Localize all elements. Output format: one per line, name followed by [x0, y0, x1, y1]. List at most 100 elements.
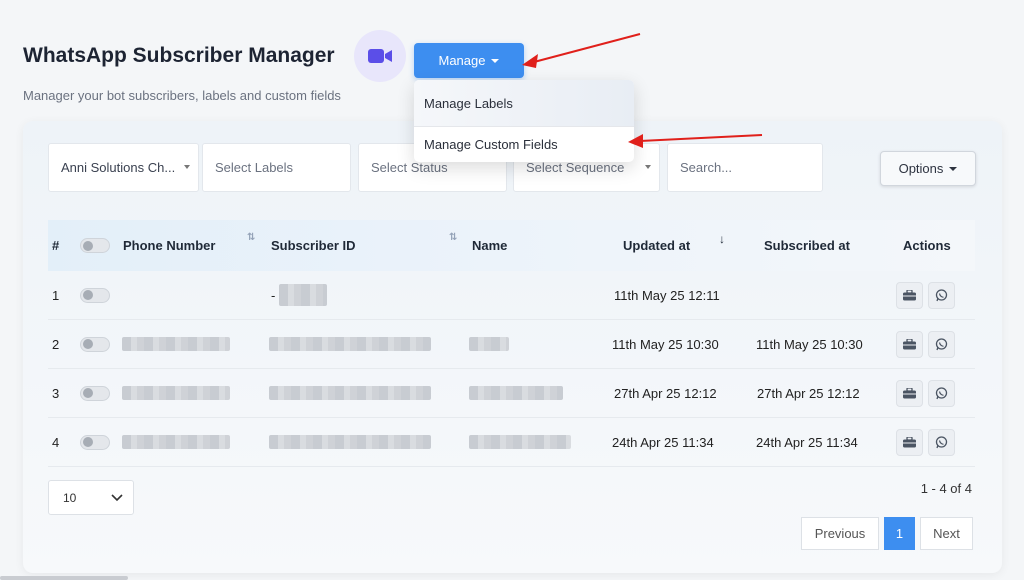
table-row: 3 27th Apr 25 12:12 27th Apr 25 12:12 [48, 369, 975, 418]
row-name [469, 320, 509, 368]
manage-dropdown-button[interactable]: Manage [414, 43, 524, 78]
briefcase-icon [903, 387, 916, 398]
chevron-down-icon [111, 494, 123, 502]
whatsapp-action-button[interactable] [928, 281, 955, 309]
row-subscriber-id [269, 369, 431, 417]
search-placeholder: Search... [680, 160, 733, 175]
previous-page-button[interactable]: Previous [801, 517, 879, 550]
whatsapp-icon [935, 386, 948, 399]
labels-select[interactable]: Select Labels [202, 143, 351, 192]
horizontal-scrollbar[interactable] [0, 576, 128, 580]
briefcase-action-button[interactable] [896, 330, 923, 358]
sort-icon[interactable]: ⇅ [449, 232, 457, 243]
sort-desc-icon[interactable]: ↓ [719, 232, 725, 246]
header-subscribed[interactable]: Subscribed at [764, 220, 850, 271]
header-select-all[interactable] [80, 220, 110, 271]
subscriber-card: Anni Solutions Ch... Select Labels Selec… [23, 121, 1002, 573]
row-select[interactable] [80, 271, 110, 319]
video-camera-icon [368, 49, 392, 63]
whatsapp-action-button[interactable] [928, 428, 955, 456]
header-actions: Actions [903, 238, 951, 253]
table-row: 4 24th Apr 25 11:34 24th Apr 25 11:34 [48, 418, 975, 467]
table-row: 2 11th May 25 10:30 11th May 25 10:30 [48, 320, 975, 369]
whatsapp-action-button[interactable] [928, 330, 955, 358]
search-input[interactable]: Search... [667, 143, 823, 192]
labels-placeholder: Select Labels [215, 160, 294, 175]
row-toggle[interactable] [80, 287, 110, 303]
sequence-placeholder: Select Sequence [526, 160, 625, 175]
row-actions [896, 271, 955, 319]
row-updated: 11th May 25 10:30 [612, 336, 719, 352]
redacted-text [122, 435, 230, 449]
whatsapp-action-button[interactable] [928, 379, 955, 407]
redacted-text [469, 386, 563, 400]
header-updated[interactable]: Updated at [623, 220, 690, 271]
options-button[interactable]: Options [880, 151, 976, 186]
page-title: WhatsApp Subscriber Manager [23, 44, 335, 67]
row-subscriber-id [269, 418, 431, 466]
redacted-text [122, 386, 230, 400]
bot-select[interactable]: Anni Solutions Ch... [48, 143, 199, 192]
briefcase-icon [903, 289, 916, 300]
per-page-value: 10 [63, 490, 77, 505]
menu-item-manage-custom-fields[interactable]: Manage Custom Fields [414, 126, 634, 162]
menu-item-manage-labels[interactable]: Manage Labels [414, 80, 634, 126]
row-toggle[interactable] [80, 434, 110, 450]
row-updated: 11th May 25 12:11 [614, 287, 720, 303]
redacted-text [269, 337, 431, 351]
row-updated: 27th Apr 25 12:12 [614, 385, 717, 401]
row-select[interactable] [80, 369, 110, 417]
redacted-text [122, 337, 230, 351]
redacted-text [469, 435, 571, 449]
subscriber-id-prefix: - [271, 287, 276, 303]
next-page-button[interactable]: Next [920, 517, 973, 550]
header-subscriber-id[interactable]: Subscriber ID [271, 220, 356, 271]
redacted-text [269, 386, 431, 400]
row-phone [122, 320, 230, 368]
redacted-text [269, 435, 431, 449]
manage-button-label: Manage [438, 53, 486, 68]
row-name [469, 369, 563, 417]
briefcase-action-button[interactable] [896, 281, 923, 309]
caret-down-icon [184, 165, 190, 169]
redacted-text [469, 337, 509, 351]
briefcase-action-button[interactable] [896, 428, 923, 456]
row-toggle[interactable] [80, 336, 110, 352]
row-actions [896, 418, 955, 466]
row-select[interactable] [80, 418, 110, 466]
row-number: 4 [52, 434, 60, 450]
row-name [469, 418, 571, 466]
row-number: 2 [52, 336, 60, 352]
select-all-toggle[interactable] [80, 238, 110, 253]
sort-icon[interactable]: ⇅ [247, 232, 255, 243]
row-subscriber-id: - [271, 271, 328, 319]
header-phone[interactable]: Phone Number [123, 220, 215, 271]
manage-dropdown-menu: Manage Labels Manage Custom Fields [414, 80, 634, 162]
options-label: Options [898, 161, 944, 176]
row-toggle[interactable] [80, 385, 110, 401]
whatsapp-icon [935, 435, 948, 448]
status-placeholder: Select Status [371, 160, 448, 175]
pagination-range: 1 - 4 of 4 [920, 481, 972, 496]
row-subscribed: 24th Apr 25 11:34 [756, 434, 858, 450]
caret-down-icon [949, 166, 958, 171]
row-number: 1 [52, 287, 60, 303]
table-header: # Phone Number ⇅ Subscriber ID ⇅ Name Up… [48, 220, 975, 271]
whatsapp-icon [935, 337, 948, 350]
whatsapp-icon [935, 288, 948, 301]
per-page-select[interactable]: 10 [48, 480, 134, 515]
subscriber-table: # Phone Number ⇅ Subscriber ID ⇅ Name Up… [48, 220, 975, 467]
row-subscriber-id [269, 320, 431, 368]
row-actions [896, 320, 955, 368]
row-updated: 24th Apr 25 11:34 [612, 434, 714, 450]
row-select[interactable] [80, 320, 110, 368]
briefcase-action-button[interactable] [896, 379, 923, 407]
row-phone [122, 418, 230, 466]
header-name[interactable]: Name [472, 220, 507, 271]
row-number: 3 [52, 385, 60, 401]
header-num: # [52, 238, 60, 253]
video-tutorial-button[interactable] [354, 30, 406, 82]
redacted-text [279, 284, 328, 306]
page-subtitle: Manager your bot subscribers, labels and… [23, 88, 341, 103]
page-1-button[interactable]: 1 [884, 517, 915, 550]
